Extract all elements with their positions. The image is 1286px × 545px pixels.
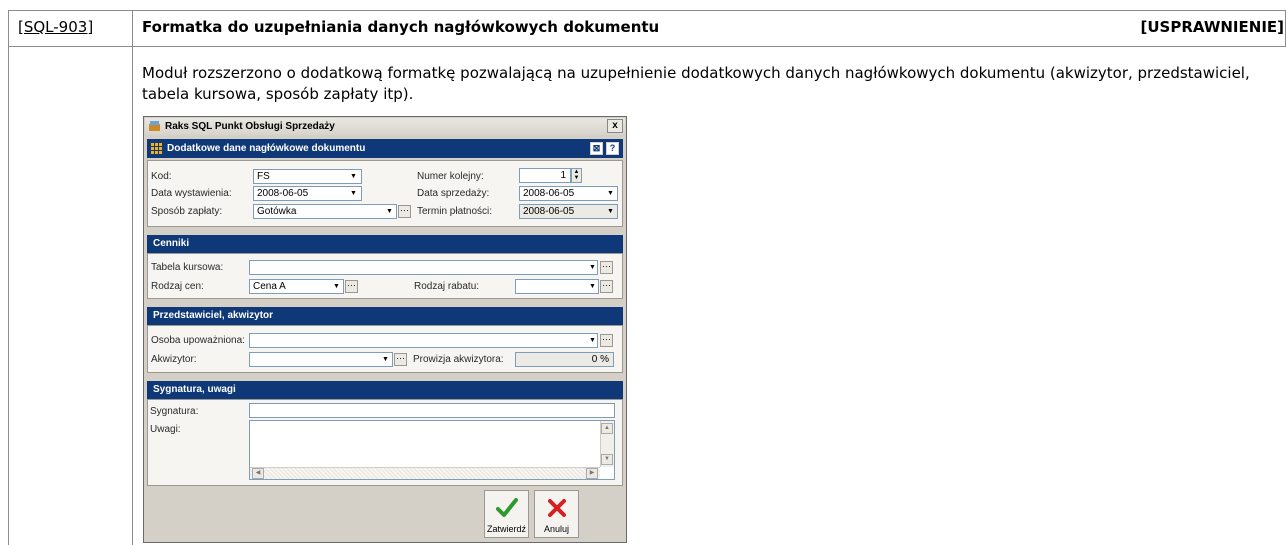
table-border-left — [8, 10, 9, 545]
table-column-divider — [132, 10, 133, 545]
chevron-down-icon[interactable]: ▼ — [586, 334, 599, 347]
ellipsis-icon[interactable]: ··· — [398, 205, 411, 218]
przedstawiciel-panel: Osoba upoważniona: ▼ ··· Akwizytor: ▼ ··… — [147, 325, 623, 373]
uwagi-vertical-scrollbar[interactable]: ▲ ▼ — [600, 421, 614, 467]
rodzaj-cen-label: Rodzaj cen: — [151, 281, 204, 292]
ellipsis-icon[interactable]: ··· — [600, 280, 613, 293]
sygnatura-label: Sygnatura: — [150, 406, 199, 417]
ellipsis-icon[interactable]: ··· — [600, 334, 613, 347]
ellipsis-icon[interactable]: ··· — [600, 261, 613, 274]
chevron-down-icon[interactable]: ▼ — [330, 280, 343, 293]
data-wystawienia-label: Data wystawienia: — [151, 188, 232, 199]
chevron-down-icon[interactable]: ▼ — [383, 205, 396, 218]
scroll-right-icon[interactable]: ▶ — [586, 468, 598, 479]
chevron-down-icon[interactable]: ▼ — [604, 187, 617, 200]
window-titlebar: Raks SQL Punkt Obsługi Sprzedaży x — [145, 118, 625, 135]
termin-platnosci-label: Termin płatności: — [417, 206, 493, 217]
chevron-down-icon[interactable]: ▼ — [347, 187, 360, 200]
grid-icon — [151, 143, 162, 154]
table-row-divider — [8, 46, 1286, 47]
kod-label: Kod: — [151, 171, 172, 182]
sygnatura-section-header: Sygnatura, uwagi — [147, 381, 623, 399]
data-sprzedazy-label: Data sprzedaży: — [417, 188, 490, 199]
prowizja-field[interactable]: 0 % — [515, 352, 614, 367]
chevron-down-icon[interactable]: ▼ — [604, 205, 617, 218]
window-title: Raks SQL Punkt Obsługi Sprzedaży — [165, 121, 335, 132]
table-border-top — [8, 10, 1286, 11]
kod-select[interactable]: FS — [253, 169, 362, 184]
app-icon — [149, 121, 160, 131]
scroll-down-icon[interactable]: ▼ — [601, 454, 613, 465]
scroll-left-icon[interactable]: ◀ — [252, 468, 264, 479]
issue-type-badge: [USPRAWNIENIE] — [1140, 18, 1284, 36]
close-icon — [548, 499, 566, 517]
tabela-kursowa-select[interactable] — [249, 260, 598, 275]
uwagi-textarea[interactable]: ▲ ▼ ◀ ▶ — [249, 420, 615, 480]
dialog-button-area: Zatwierdź Anuluj — [147, 487, 623, 539]
issue-description: Moduł rozszerzono o dodatkową formatkę p… — [142, 64, 1250, 103]
uwagi-horizontal-scrollbar[interactable]: ◀ ▶ — [250, 467, 600, 479]
akwizytor-label: Akwizytor: — [151, 354, 197, 365]
sygnatura-input[interactable] — [249, 403, 615, 418]
numer-kolejny-label: Numer kolejny: — [417, 171, 484, 182]
ellipsis-icon[interactable]: ··· — [345, 280, 358, 293]
confirm-button[interactable]: Zatwierdź — [484, 490, 529, 538]
chevron-down-icon[interactable]: ▼ — [586, 280, 599, 293]
dialog-header-title: Dodatkowe dane nagłówkowe dokumentu — [167, 143, 366, 154]
chevron-down-icon[interactable]: ▼ — [586, 261, 599, 274]
osoba-upowazniona-select[interactable] — [249, 333, 598, 348]
cenniki-section-header: Cenniki — [147, 235, 623, 253]
sposob-zaplaty-label: Sposób zapłaty: — [151, 206, 223, 217]
scroll-up-icon[interactable]: ▲ — [601, 423, 613, 434]
window-close-button[interactable]: x — [607, 119, 623, 133]
akwizytor-select[interactable] — [249, 352, 393, 367]
issue-title: Formatka do uzupełniania danych nagłówko… — [142, 18, 660, 36]
przedstawiciel-section-header: Przedstawiciel, akwizytor — [147, 307, 623, 325]
sposob-zaplaty-select[interactable]: Gotówka — [253, 204, 397, 219]
confirm-button-label: Zatwierdź — [486, 524, 526, 534]
basic-data-panel: Kod: FS ▼ Data wystawienia: 2008-06-05 ▼… — [147, 160, 623, 227]
osoba-upowazniona-label: Osoba upoważniona: — [151, 335, 245, 346]
cancel-button[interactable]: Anuluj — [534, 490, 579, 538]
uwagi-label: Uwagi: — [150, 424, 181, 435]
tabela-kursowa-label: Tabela kursowa: — [151, 262, 224, 273]
prowizja-label: Prowizja akwizytora: — [413, 354, 504, 365]
dialog-header-bar: Dodatkowe dane nagłówkowe dokumentu ⊠ ? — [147, 139, 623, 158]
data-wystawienia-picker[interactable]: 2008-06-05 — [253, 186, 362, 201]
help-button[interactable]: ? — [606, 142, 619, 155]
issue-id-link[interactable]: [SQL-903] — [18, 18, 93, 36]
chevron-down-icon[interactable]: ▼ — [379, 353, 392, 366]
rodzaj-rabatu-label: Rodzaj rabatu: — [414, 281, 480, 292]
ellipsis-icon[interactable]: ··· — [394, 353, 407, 366]
cancel-button-label: Anuluj — [543, 524, 570, 534]
cenniki-panel: Tabela kursowa: ▼ ··· Rodzaj cen: Cena A… — [147, 253, 623, 299]
stepper-arrows-icon[interactable]: ▲ ▼ — [571, 168, 582, 183]
header-data-dialog: Raks SQL Punkt Obsługi Sprzedaży x Dodat… — [143, 116, 627, 543]
checkmark-icon — [496, 498, 518, 517]
header-toggle-button[interactable]: ⊠ — [590, 142, 603, 155]
numer-kolejny-stepper[interactable]: 1 — [519, 168, 571, 183]
chevron-down-icon[interactable]: ▼ — [347, 170, 360, 183]
